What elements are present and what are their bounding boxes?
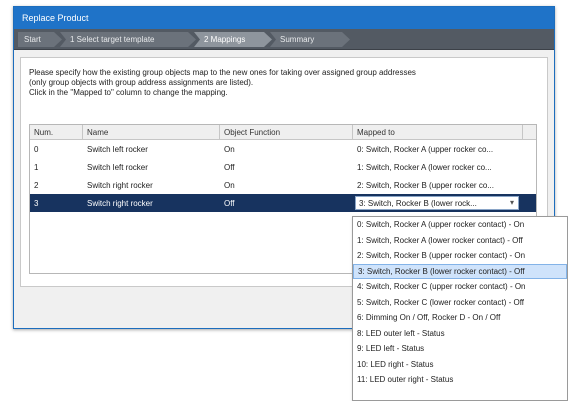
cell-num: 2 [34,180,39,190]
cell-object-function: Off [224,198,235,208]
dropdown-option[interactable]: 1: Switch, Rocker A (lower rocker contac… [353,233,567,249]
wizard-steps-bar: Start 1 Select target template 2 Mapping… [14,29,554,50]
wizard-step-mappings[interactable]: 2 Mappings [194,32,272,47]
cell-name: Switch left rocker [87,162,148,172]
mapped-to-cell-editor: 3: Switch, Rocker B (lower rock... ▾ [353,196,523,210]
cell-object-function: On [224,180,235,190]
dropdown-option[interactable]: 9: LED left - Status [353,341,567,357]
column-header-object-function[interactable]: Object Function [220,125,353,140]
cell-name: Switch left rocker [87,144,148,154]
dropdown-option[interactable]: 5: Switch, Rocker C (lower rocker contac… [353,295,567,311]
table-row[interactable]: 0 Switch left rocker On 0: Switch, Rocke… [30,140,536,158]
dropdown-option[interactable]: 10: LED right - Status [353,357,567,373]
cell-mapped-to[interactable]: 0: Switch, Rocker A (upper rocker co... [353,145,523,154]
instructions-line-1: Please specify how the existing group ob… [29,68,416,77]
column-header-mapped-to[interactable]: Mapped to [353,125,523,140]
chevron-down-icon[interactable]: ▾ [510,198,514,207]
dropdown-option[interactable]: 4: Switch, Rocker C (upper rocker contac… [353,279,567,295]
mapped-to-combobox[interactable]: 3: Switch, Rocker B (lower rock... ▾ [355,196,519,210]
wizard-step-summary[interactable]: Summary [270,32,350,47]
cell-num: 0 [34,144,39,154]
cell-object-function: On [224,144,235,154]
column-header-num[interactable]: Num. [30,125,83,140]
dropdown-option[interactable]: 2: Switch, Rocker B (upper rocker contac… [353,248,567,264]
table-row[interactable]: 1 Switch left rocker Off 1: Switch, Rock… [30,158,536,176]
cell-num: 3 [34,198,39,208]
dropdown-option[interactable]: 8: LED outer left - Status [353,326,567,342]
dropdown-option[interactable]: 0: Switch, Rocker A (upper rocker contac… [353,217,567,233]
wizard-step-select-target-template[interactable]: 1 Select target template [60,32,196,47]
column-header-name[interactable]: Name [83,125,220,140]
instructions-line-2: (only group objects with group address a… [29,78,254,87]
combobox-value: 3: Switch, Rocker B (lower rock... [359,199,477,208]
cell-mapped-to[interactable]: 2: Switch, Rocker B (upper rocker co... [353,181,523,190]
instructions-text: Please specify how the existing group ob… [29,68,539,98]
instructions-line-3: Click in the "Mapped to" column to chang… [29,88,228,97]
dropdown-option-highlighted[interactable]: 3: Switch, Rocker B (lower rocker contac… [353,263,567,279]
wizard-step-start[interactable]: Start [18,32,62,47]
cell-name: Switch right rocker [87,180,153,190]
cell-name: Switch right rocker [87,198,153,208]
mapped-to-dropdown-list[interactable]: 0: Switch, Rocker A (upper rocker contac… [352,216,568,401]
dropdown-option[interactable]: 6: Dimming On / Off, Rocker D - On / Off [353,310,567,326]
table-row[interactable]: 2 Switch right rocker On 2: Switch, Rock… [30,176,536,194]
cell-mapped-to[interactable]: 1: Switch, Rocker A (lower rocker co... [353,163,523,172]
table-header: Num. Name Object Function Mapped to [30,125,536,140]
cell-object-function: Off [224,162,235,172]
window-title: Replace Product [14,7,554,29]
cell-num: 1 [34,162,39,172]
table-row-selected[interactable]: 3 Switch right rocker Off 3: Switch, Roc… [30,194,536,212]
dropdown-option[interactable]: 11: LED outer right - Status [353,372,567,388]
